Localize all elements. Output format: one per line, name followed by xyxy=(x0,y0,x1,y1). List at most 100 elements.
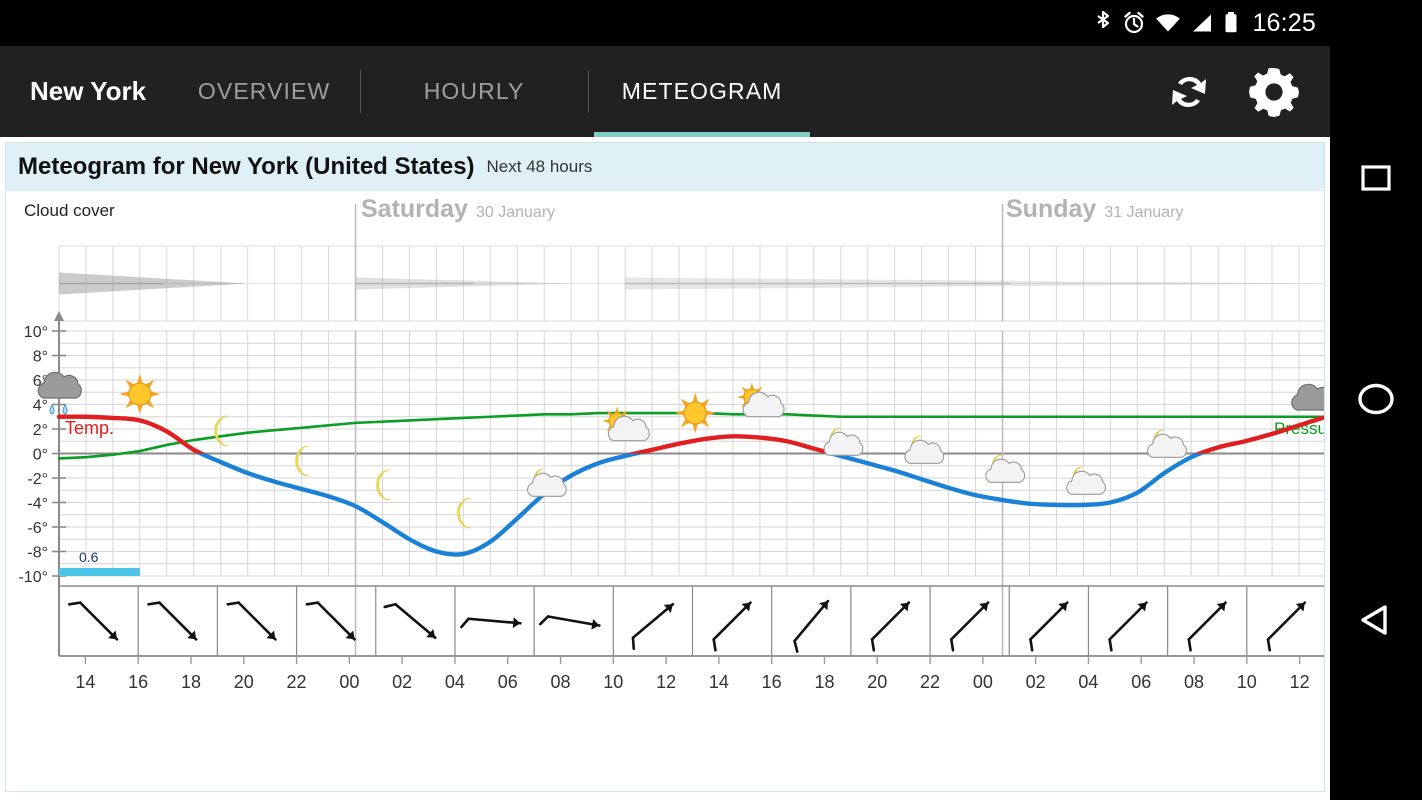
x-tick-label: 08 xyxy=(1184,672,1204,692)
cloud-cover-band xyxy=(58,204,1324,322)
wind-arrow xyxy=(1266,601,1307,652)
y-tick-label: -2° xyxy=(27,471,48,488)
refresh-icon[interactable] xyxy=(1160,63,1218,121)
screen: 16:25 New York OVERVIEW HOURLY METEOGRAM xyxy=(0,0,1422,800)
x-tick-label: 04 xyxy=(445,672,465,692)
x-tick-label: 16 xyxy=(762,672,782,692)
x-tick-label: 18 xyxy=(814,672,834,692)
wind-arrow-head xyxy=(512,617,521,629)
back-triangle-icon[interactable] xyxy=(1330,592,1422,648)
wind-arrow xyxy=(305,601,356,641)
recents-square-icon[interactable] xyxy=(1330,150,1422,206)
home-circle-icon[interactable] xyxy=(1330,371,1422,427)
wind-arrow-shaft xyxy=(1108,601,1148,641)
wind-arrow xyxy=(538,615,601,630)
wind-barb xyxy=(1108,638,1113,652)
x-tick-label: 12 xyxy=(656,672,676,692)
wind-arrow-shaft xyxy=(870,601,911,641)
wind-arrow xyxy=(383,602,437,640)
wind-barb xyxy=(305,601,320,606)
wind-barb xyxy=(712,638,717,652)
x-tick-label: 04 xyxy=(1078,672,1098,692)
wind-arrow xyxy=(631,602,675,650)
x-tick-label: 06 xyxy=(498,672,518,692)
meteogram-card: Meteogram for New York (United States) N… xyxy=(5,142,1325,792)
wind-arrow-shaft xyxy=(237,601,277,641)
meteogram-header: Meteogram for New York (United States) N… xyxy=(6,143,1324,191)
y-tick-label: 8° xyxy=(33,349,48,366)
x-tick-label: 16 xyxy=(128,672,148,692)
y-tick-label: 0° xyxy=(33,447,48,464)
meteogram-svg: 10°8°6°4°2°0°-2°-4°-6°-8°-10°PressureTem… xyxy=(18,204,1324,692)
gear-icon[interactable] xyxy=(1244,62,1304,122)
wind-arrow-shaft xyxy=(949,601,990,641)
wind-arrow xyxy=(1108,601,1148,652)
wind-arrow xyxy=(1029,601,1069,652)
x-tick-label: 20 xyxy=(234,672,254,692)
wind-arrow xyxy=(712,601,752,652)
wind-barb xyxy=(147,601,161,606)
wind-barb xyxy=(870,638,876,652)
wind-arrow-shaft xyxy=(546,615,601,627)
tab-meteogram-label: METEOGRAM xyxy=(621,78,783,104)
wind-barb xyxy=(383,602,397,609)
tab-hourly[interactable]: HOURLY xyxy=(360,46,588,137)
app-bar-actions xyxy=(1160,62,1330,122)
y-tick-label: 2° xyxy=(33,422,48,439)
x-tick-label: 22 xyxy=(287,672,307,692)
x-tick-label: 10 xyxy=(603,672,623,692)
x-tick-label: 02 xyxy=(392,672,412,692)
x-tick-label: 22 xyxy=(920,672,940,692)
android-nav-bar xyxy=(1330,0,1422,800)
x-tick-label: 08 xyxy=(551,672,571,692)
page-title: Meteogram for New York (United States) xyxy=(18,153,475,180)
wind-arrow xyxy=(68,601,119,641)
meteogram-plot[interactable]: Cloud cover Saturday 30 January Sunday 31 … xyxy=(6,191,1324,791)
x-tick-label: 12 xyxy=(1290,672,1310,692)
tab-overview-label: OVERVIEW xyxy=(197,78,331,104)
app-bar: New York OVERVIEW HOURLY METEOGRAM xyxy=(0,46,1330,137)
wind-barb xyxy=(68,601,82,606)
wind-arrow xyxy=(226,601,277,641)
y-tick-label: -6° xyxy=(27,520,48,537)
wind-barb xyxy=(460,617,470,629)
wind-barb xyxy=(793,639,799,653)
tab-overview[interactable]: OVERVIEW xyxy=(168,46,360,137)
city-title[interactable]: New York xyxy=(0,76,168,107)
signal-icon xyxy=(1190,10,1214,36)
wind-arrow-row xyxy=(58,585,1324,657)
wind-barb xyxy=(1266,638,1272,652)
wind-barb xyxy=(631,636,636,650)
sun-disc xyxy=(128,382,152,406)
alarm-icon xyxy=(1122,10,1146,36)
x-tick-label: 10 xyxy=(1237,672,1257,692)
wifi-icon xyxy=(1155,10,1181,36)
x-tick-label: 00 xyxy=(339,672,359,692)
wind-arrow-shaft xyxy=(631,602,675,640)
sun-disc xyxy=(683,401,707,425)
bluetooth-icon xyxy=(1093,10,1113,36)
sun-icon xyxy=(119,373,161,415)
wind-arrow-shaft xyxy=(793,599,830,643)
wind-barb xyxy=(1029,638,1034,652)
status-clock: 16:25 xyxy=(1252,8,1316,37)
wind-arrow xyxy=(147,601,198,641)
wind-barb xyxy=(1187,638,1192,652)
x-tick-label: 06 xyxy=(1131,672,1151,692)
wind-arrow xyxy=(460,617,522,629)
y-tick-label: -4° xyxy=(27,496,48,513)
content-area: Meteogram for New York (United States) N… xyxy=(0,137,1330,800)
wind-arrow-shaft xyxy=(1029,601,1069,641)
wind-arrow xyxy=(1187,601,1227,652)
wind-arrow xyxy=(949,601,990,652)
wind-barb xyxy=(949,638,955,652)
x-axis: 14 16 18 20 22 00 02 04 06 08 10 12 14 16 18 20 22 00 02 04… xyxy=(59,655,1324,692)
y-tick-label: -8° xyxy=(27,545,48,562)
raindrop xyxy=(49,403,55,415)
tab-hourly-label: HOURLY xyxy=(423,78,525,104)
precipitation-bar xyxy=(59,568,140,576)
wind-arrow-shaft xyxy=(467,617,522,625)
wind-arrow xyxy=(793,599,830,653)
battery-icon xyxy=(1223,10,1239,36)
tab-meteogram[interactable]: METEOGRAM xyxy=(588,46,816,137)
